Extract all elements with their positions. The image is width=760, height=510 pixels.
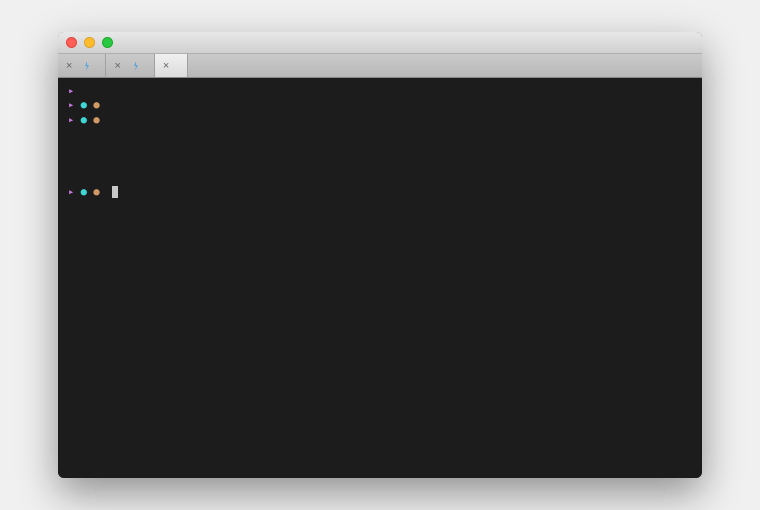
- terminal-content[interactable]: ▸ ▸ ● ● ▸ ● ● ▸ ● ●: [58, 78, 702, 478]
- terminal-window: × × × ▸ ▸ ● ● ▸ ● ● ▸ ● ●: [58, 32, 702, 478]
- cursor: [112, 186, 118, 198]
- close-icon[interactable]: ×: [66, 60, 72, 72]
- prompt-line-3: ▸ ● ●: [68, 113, 692, 127]
- close-icon[interactable]: ×: [163, 60, 169, 72]
- close-icon[interactable]: ×: [114, 60, 120, 72]
- bolt-icon: [131, 61, 141, 71]
- bolt-icon: [82, 61, 92, 71]
- blank-1: [68, 127, 692, 141]
- tab-bar: × × ×: [58, 54, 702, 78]
- blank-3: [68, 156, 692, 170]
- blank-4: [68, 171, 692, 185]
- minimize-icon[interactable]: [84, 37, 95, 48]
- blank-2: [68, 142, 692, 156]
- titlebar: [58, 32, 702, 54]
- traffic-lights: [66, 37, 113, 48]
- tab-3[interactable]: ×: [155, 54, 188, 77]
- prompt-line-1: ▸: [68, 84, 692, 98]
- prompt-line-2: ▸ ● ●: [68, 98, 692, 112]
- tab-1[interactable]: ×: [58, 54, 106, 77]
- prompt-line-4: ▸ ● ●: [68, 185, 692, 199]
- maximize-icon[interactable]: [102, 37, 113, 48]
- tab-2[interactable]: ×: [106, 54, 154, 77]
- close-icon[interactable]: [66, 37, 77, 48]
